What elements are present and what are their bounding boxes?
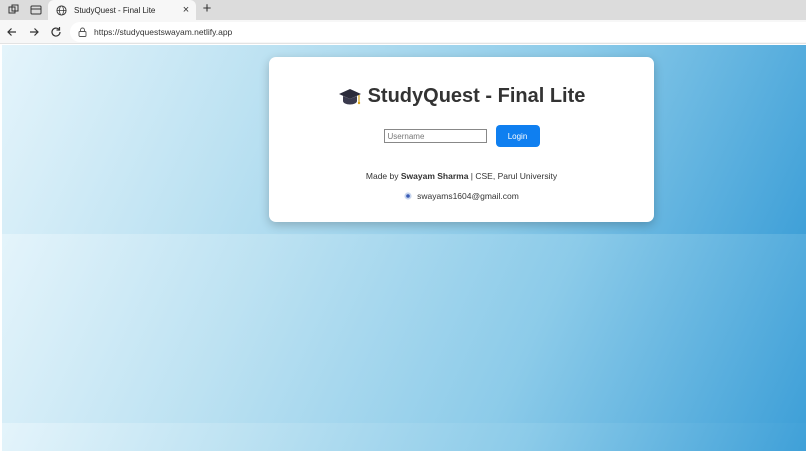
author-name: Swayam Sharma [400, 171, 469, 181]
navigation-bar: https://studyquestswayam.netlify.app [0, 20, 806, 44]
refresh-icon[interactable] [48, 24, 64, 40]
title-text: StudyQuest - Final Lite [367, 85, 586, 107]
lock-icon[interactable] [76, 26, 88, 38]
background-gradient [2, 423, 806, 451]
email-row: swayams1604@gmail.com [269, 191, 654, 201]
credit-line: Made by Swayam Sharma | CSE, Parul Unive… [269, 171, 654, 181]
email-text: swayams1604@gmail.com [417, 191, 519, 201]
username-input[interactable] [383, 129, 487, 143]
new-tab-button[interactable]: + [199, 1, 215, 17]
credit-prefix: Made by [365, 171, 401, 181]
page-viewport: StudyQuest - Final Lite Login Made by Sw… [2, 45, 806, 451]
login-form: Login [269, 125, 654, 147]
credit-suffix: | CSE, Parul University [468, 171, 558, 181]
back-icon[interactable] [4, 24, 20, 40]
login-card: StudyQuest - Final Lite Login Made by Sw… [269, 57, 654, 222]
page-title: StudyQuest - Final Lite [269, 85, 654, 108]
forward-icon[interactable] [26, 24, 42, 40]
tab-active[interactable]: StudyQuest - Final Lite × [48, 0, 196, 20]
url-text: https://studyquestswayam.netlify.app [94, 27, 233, 37]
graduation-cap-icon [338, 88, 361, 104]
email-icon [404, 192, 412, 200]
workspaces-icon[interactable] [6, 2, 22, 18]
tab-title: StudyQuest - Final Lite [74, 5, 156, 15]
globe-icon [54, 3, 68, 17]
login-button[interactable]: Login [495, 125, 540, 147]
background-gradient [2, 234, 806, 423]
tab-strip: StudyQuest - Final Lite × + [0, 0, 806, 20]
tab-actions-icon[interactable] [28, 2, 44, 18]
address-bar[interactable]: https://studyquestswayam.netlify.app [70, 22, 806, 42]
close-tab-icon[interactable]: × [180, 4, 192, 16]
